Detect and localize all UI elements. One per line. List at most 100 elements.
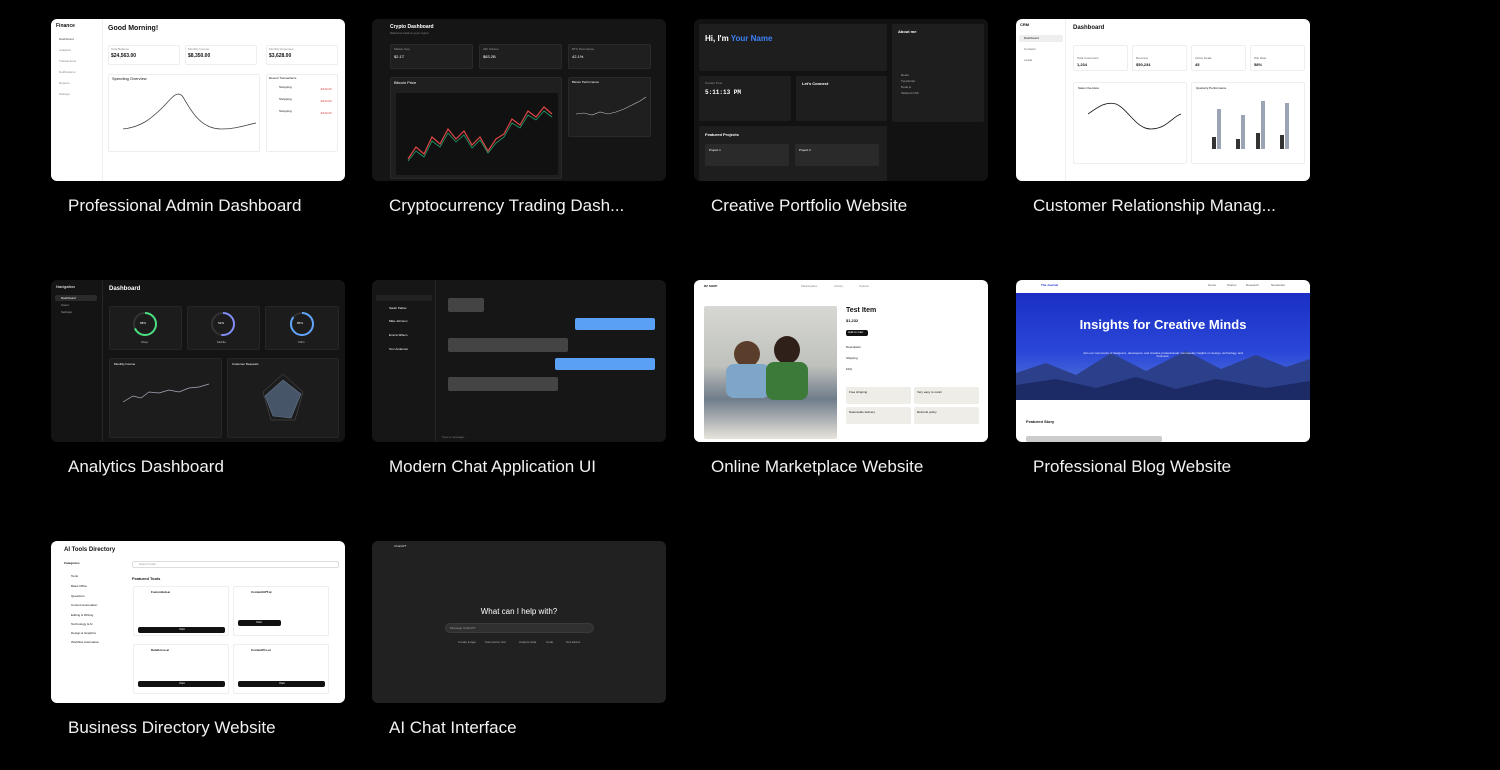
quarterly-bar-chart: [1212, 101, 1289, 149]
suggestion-chip[interactable]: Code: [546, 640, 553, 644]
category-item[interactable]: Editing & Writing: [71, 613, 93, 617]
transaction-name: Shopping: [279, 85, 292, 89]
accordion-item[interactable]: Shipping: [846, 356, 858, 360]
product-photo: [704, 306, 837, 439]
template-title: Modern Chat Application UI: [389, 457, 596, 476]
accordion-item[interactable]: FAQ: [846, 367, 852, 371]
market-nav-item: Upload: [859, 284, 869, 288]
template-title: Cryptocurrency Trading Dash...: [389, 196, 625, 215]
visit-button[interactable]: Visit: [179, 681, 185, 685]
model-selector[interactable]: ChatGPT: [394, 544, 407, 548]
portfolio-hi: Hi, I'm Your Name: [705, 34, 773, 43]
thumbnail-blog: The Journal Home Stories Research Newsle…: [1016, 280, 1310, 442]
transaction-name: Shopping: [279, 97, 292, 101]
template-card-portfolio[interactable]: Hi, I'm Your Name About me React TypeScr…: [694, 19, 990, 215]
template-title: Analytics Dashboard: [68, 457, 224, 476]
suggestion-chip[interactable]: Create image: [458, 640, 476, 644]
project-title: Project 2: [799, 148, 811, 152]
blog-nav-item: Home: [1208, 283, 1217, 287]
market-nav-item: Library: [834, 284, 844, 288]
visit-button[interactable]: Visit: [279, 681, 285, 685]
suggestion-chip[interactable]: Summarize text: [485, 640, 506, 644]
categories-title: Categories: [64, 561, 80, 565]
thumbnail-portfolio: Hi, I'm Your Name About me React TypeScr…: [694, 19, 988, 181]
template-card-directory[interactable]: AI Tools Directory Categories Search too…: [51, 541, 347, 737]
suggestion-chip[interactable]: Get advice: [566, 640, 580, 644]
recent-title: Recent Transactions: [269, 76, 297, 80]
thumbnail-crm: CRM Dashboard Contacts Leads Dashboard T…: [1016, 19, 1310, 181]
template-card-ai-chat[interactable]: ChatGPT What can I help with? Message Ch…: [372, 541, 668, 737]
category-item[interactable]: Technology & AI: [71, 622, 93, 626]
category-item[interactable]: Tools: [71, 574, 78, 578]
visit-button[interactable]: Visit: [179, 627, 185, 631]
template-card-crypto-dashboard[interactable]: Crypto Dashboard Welcome back to your cr…: [372, 19, 668, 215]
skill-item: React: [901, 73, 909, 77]
market-nav-item: Marketplace: [801, 284, 818, 288]
template-gallery: Finance Dashboard Analytics Transactions…: [0, 0, 1500, 770]
accordion-item[interactable]: Description: [846, 345, 861, 349]
template-title: Creative Portfolio Website: [711, 196, 908, 215]
thumbnail-admin-dashboard: Finance Dashboard Analytics Transactions…: [51, 19, 345, 181]
search-input[interactable]: Search tools...: [139, 562, 158, 566]
feature-title: Very easy to return: [917, 390, 943, 394]
projects-title: Featured Projects: [705, 132, 739, 137]
connect-title: Let's Connect: [802, 81, 829, 86]
transaction-amount: -$120.00: [320, 87, 332, 91]
radar-chart: [262, 373, 304, 421]
skill-item: Node.js: [901, 85, 912, 89]
thumbnail-crypto-dashboard: Crypto Dashboard Welcome back to your cr…: [372, 19, 666, 181]
feature-title: Free shipping: [849, 390, 868, 394]
template-card-admin-dashboard[interactable]: Finance Dashboard Analytics Transactions…: [51, 19, 347, 215]
thumbnail-marketplace: RZ SHOP Marketplace Library Upload Test …: [694, 280, 988, 442]
tool-name: ContentPro.ai: [251, 648, 271, 652]
blog-nav-item: Research: [1246, 283, 1259, 287]
add-to-cart-button[interactable]: Add to Cart: [848, 330, 863, 334]
product-price: $1,232: [846, 318, 859, 323]
feature-title: Nationwide delivery: [849, 410, 876, 414]
visit-button[interactable]: Visit: [256, 620, 262, 624]
market-brand: RZ SHOP: [704, 284, 718, 288]
tool-name: FusionHub.ai: [151, 590, 170, 594]
template-card-marketplace[interactable]: RZ SHOP Marketplace Library Upload Test …: [694, 280, 990, 476]
current-time: 5:11:13 PM: [705, 89, 742, 96]
portfolio-name: Your Name: [730, 34, 773, 43]
hero-title: Insights for Creative Minds: [1079, 317, 1247, 332]
product-title: Test Item: [846, 307, 877, 314]
thumbnail-ai-chat: ChatGPT What can I help with? Message Ch…: [372, 541, 666, 703]
mountain-silhouette: [1016, 351, 1310, 400]
suggestion-chip[interactable]: Analyze data: [519, 640, 536, 644]
transaction-amount: -$120.00: [320, 111, 332, 115]
feature-title: Refunds policy: [917, 410, 937, 414]
blog-nav-item: Stories: [1227, 283, 1237, 287]
category-item[interactable]: Basic Office: [71, 584, 87, 588]
category-item[interactable]: Workflow Automation: [71, 640, 99, 644]
blog-nav-item: Newsletter: [1271, 283, 1286, 287]
message-input[interactable]: Message ChatGPT: [450, 626, 476, 630]
contact-name: Sarah Parker: [389, 306, 407, 310]
ai-question: What can I help with?: [480, 607, 558, 616]
directory-title: AI Tools Directory: [64, 547, 116, 553]
transaction-name: Shopping: [279, 109, 292, 113]
template-title: Business Directory Website: [68, 718, 276, 737]
category-item[interactable]: Questions: [71, 594, 85, 598]
message-input[interactable]: Type a message...: [442, 435, 467, 439]
blog-brand: The Journal: [1041, 283, 1059, 287]
category-item[interactable]: Content Automation: [71, 603, 97, 607]
template-card-crm[interactable]: CRM Dashboard Contacts Leads Dashboard T…: [1016, 19, 1312, 215]
category-item[interactable]: Design & Graphics: [71, 631, 96, 635]
template-title: Professional Blog Website: [1033, 457, 1232, 476]
contact-name: Mike Johnson: [389, 319, 408, 323]
project-title: Project 1: [709, 148, 721, 152]
template-title: Online Marketplace Website: [711, 457, 924, 476]
template-card-analytics[interactable]: Navigation Dashboard Users Settings Dash…: [51, 280, 347, 476]
template-title: Professional Admin Dashboard: [68, 196, 302, 215]
about-title: About me: [898, 29, 917, 34]
time-label: Current Time: [705, 81, 723, 85]
contact-name: Emma Wilson: [389, 333, 408, 337]
template-title: AI Chat Interface: [389, 718, 517, 737]
tool-name: ContentGPT.ai: [251, 590, 272, 594]
featured-title: Featured Tools: [132, 576, 161, 581]
template-card-chat[interactable]: Sarah Parker Mike Johnson Emma Wilson To…: [372, 280, 668, 476]
skill-item: Tailwind CSS: [901, 91, 919, 95]
template-card-blog[interactable]: The Journal Home Stories Research Newsle…: [1016, 280, 1312, 476]
